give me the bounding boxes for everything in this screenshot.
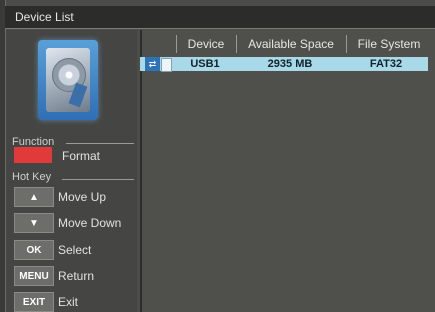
move-down-key[interactable]: ▼ <box>14 213 54 233</box>
function-divider <box>66 143 134 144</box>
filesystem-cell: FAT32 <box>369 58 403 70</box>
usb-icon: ⇄ <box>145 57 160 71</box>
select-label: Select <box>58 243 92 257</box>
table-header: Device Available Space File System <box>140 35 435 53</box>
format-label: Format <box>62 149 101 163</box>
hotkey-divider <box>62 179 134 180</box>
move-down-label: Move Down <box>58 216 122 230</box>
hard-disk-icon <box>38 40 98 120</box>
exit-label: Exit <box>58 295 79 309</box>
window-title: Device List <box>15 10 74 24</box>
column-header-device[interactable]: Device <box>176 35 235 53</box>
red-function-key[interactable] <box>14 147 52 163</box>
move-up-key[interactable]: ▲ <box>14 187 54 207</box>
return-label: Return <box>58 269 95 283</box>
move-up-label: Move Up <box>58 190 107 204</box>
title-bar: Device List <box>5 6 435 29</box>
space-cell: 2935 MB <box>267 58 313 70</box>
column-header-available-space[interactable]: Available Space <box>236 35 345 53</box>
menu-key[interactable]: MENU <box>14 266 54 286</box>
usb-plug-icon <box>161 58 172 72</box>
hotkey-section-label: Hot Key <box>12 171 52 183</box>
ok-key[interactable]: OK <box>14 240 54 260</box>
device-cell: USB1 <box>190 58 220 70</box>
device-table-panel <box>140 30 435 312</box>
column-header-file-system[interactable]: File System <box>346 35 431 53</box>
exit-key[interactable]: EXIT <box>14 292 54 312</box>
